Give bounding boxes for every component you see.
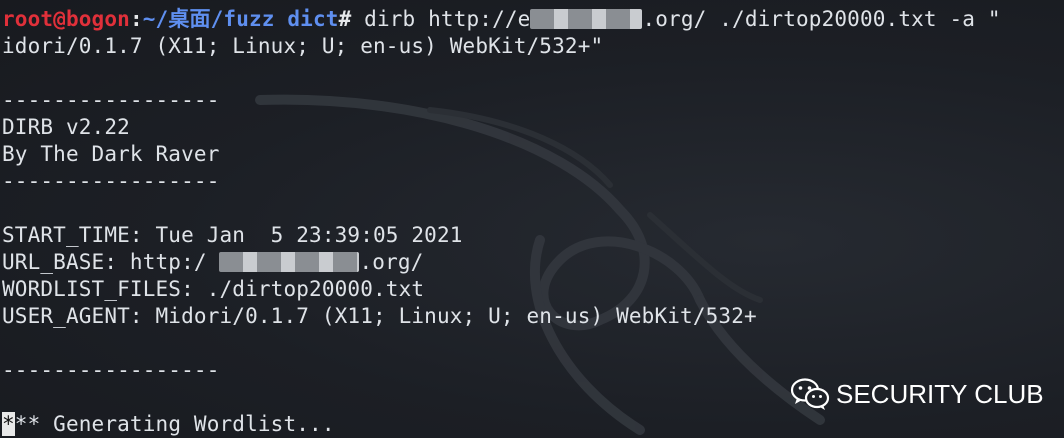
wechat-icon xyxy=(790,378,830,410)
command-continuation: idori/0.1.7 (X11; Linux; U; en-us) WebKi… xyxy=(2,34,604,58)
url-base-suffix: .org/ xyxy=(359,250,424,274)
separator-banner: ----------------- xyxy=(2,169,220,193)
generating-text: ** Generating Wordlist... xyxy=(14,412,335,436)
url-base: URL_BASE: http:/ .org/ xyxy=(2,249,423,275)
command-text-start: dirb http://e xyxy=(351,7,531,31)
separator-top: ----------------- xyxy=(2,88,220,112)
start-time: START_TIME: Tue Jan 5 23:39:05 2021 xyxy=(2,223,463,247)
watermark-text: SECURITY CLUB xyxy=(836,378,1044,409)
terminal-cursor: * xyxy=(2,412,15,436)
prompt-hash: # xyxy=(338,7,352,31)
url-base-prefix: URL_BASE: http:/ xyxy=(2,250,220,274)
prompt-path: ~/桌面/fuzz dict xyxy=(142,7,339,31)
terminal-window[interactable]: root@bogon:~/桌面/fuzz dict# dirb http://e… xyxy=(0,0,1064,438)
wordlist-files: WORDLIST_FILES: ./dirtop20000.txt xyxy=(2,277,425,301)
prompt-user-host: root@bogon xyxy=(2,7,130,31)
banner-author: By The Dark Raver xyxy=(2,142,220,166)
separator-bottom: ----------------- xyxy=(2,358,220,382)
banner-title: DIRB v2.22 xyxy=(2,115,130,139)
generating-line: *** Generating Wordlist... xyxy=(2,411,335,437)
redacted-domain xyxy=(530,8,643,29)
user-agent: USER_AGENT: Midori/0.1.7 (X11; Linux; U;… xyxy=(2,304,757,328)
redacted-url xyxy=(219,251,360,272)
command-text-end: .org/ ./dirtop20000.txt -a " xyxy=(642,7,1001,31)
command-line: root@bogon:~/桌面/fuzz dict# dirb http://e… xyxy=(2,6,1001,32)
security-club-watermark: SECURITY CLUB xyxy=(790,374,1044,414)
prompt-colon: : xyxy=(129,7,143,31)
